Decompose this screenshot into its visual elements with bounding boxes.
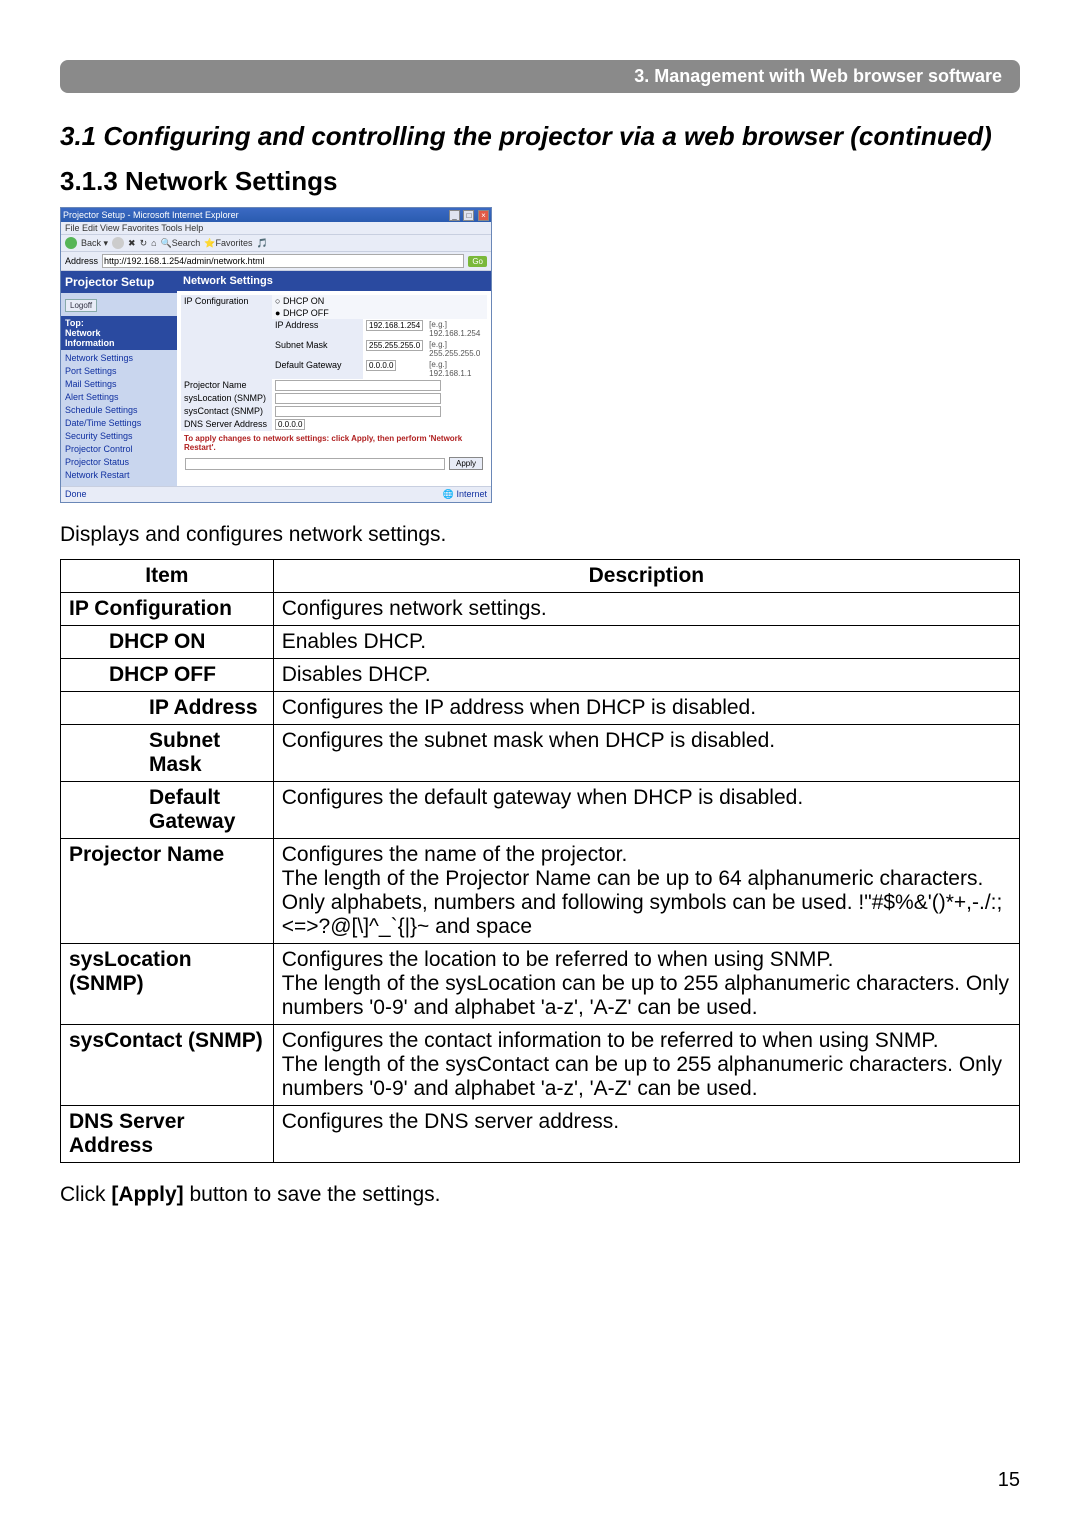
screenshot-window: Projector Setup - Microsoft Internet Exp… (60, 207, 492, 503)
row-gateway-item: Default Gateway (141, 782, 273, 839)
projname-label: Projector Name (181, 379, 272, 392)
ie-toolbar: Back ▾ ✖ ↻ ⌂ 🔍Search ⭐Favorites 🎵 (61, 234, 491, 252)
address-input[interactable] (102, 254, 464, 268)
description-table: Item Description IP Configuration Config… (60, 559, 1020, 1163)
row-subnet-item: Subnet Mask (141, 725, 273, 782)
nav-projector-control[interactable]: Projector Control (65, 444, 173, 454)
row-dhcpon-desc: Enables DHCP. (273, 626, 1019, 659)
content-pane: Network Settings IP Configuration ○ DHCP… (177, 271, 491, 486)
row-dhcpoff-item: DHCP OFF (101, 659, 273, 692)
nav-network-restart[interactable]: Network Restart (65, 470, 173, 480)
subsection-title: 3.1.3 Network Settings (60, 166, 1020, 197)
subnet-eg: [e.g.] 255.255.255.0 (426, 339, 487, 359)
section-title: 3.1 Configuring and controlling the proj… (60, 121, 1020, 152)
back-icon[interactable] (65, 237, 77, 249)
syscon-label: sysContact (SNMP) (181, 405, 272, 418)
window-buttons: _ □ × (448, 210, 489, 221)
nav-datetime-settings[interactable]: Date/Time Settings (65, 418, 173, 428)
row-syscon-desc: Configures the contact information to be… (273, 1025, 1019, 1106)
nav-schedule-settings[interactable]: Schedule Settings (65, 405, 173, 415)
dhcp-on-radio[interactable]: ○ (275, 296, 283, 306)
nav-projector-status[interactable]: Projector Status (65, 457, 173, 467)
media-icon[interactable]: 🎵 (257, 238, 268, 249)
dns-label: DNS Server Address (181, 418, 272, 431)
th-desc: Description (273, 560, 1019, 593)
row-sysloc-desc: Configures the location to be referred t… (273, 944, 1019, 1025)
forward-icon[interactable] (112, 237, 124, 249)
row-dhcpon-item: DHCP ON (101, 626, 273, 659)
nav-mail-settings[interactable]: Mail Settings (65, 379, 173, 389)
stop-icon[interactable]: ✖ (128, 238, 136, 249)
page-number: 15 (998, 1469, 1020, 1492)
dns-value[interactable]: 0.0.0.0 (275, 419, 305, 430)
status-right: 🌐 Internet (443, 489, 487, 500)
go-button[interactable]: Go (468, 256, 487, 267)
apply-bar (185, 458, 445, 470)
ip-label: IP Address (272, 319, 363, 339)
row-dns-item: DNS Server Address (61, 1106, 274, 1163)
subnet-value[interactable]: 255.255.255.0 (366, 340, 423, 351)
row-ipaddr-desc: Configures the IP address when DHCP is d… (273, 692, 1019, 725)
dhcp-off-radio[interactable]: ● (275, 308, 283, 318)
close-icon[interactable]: × (478, 210, 489, 221)
nav-alert-settings[interactable]: Alert Settings (65, 392, 173, 402)
closing-text: Click [Apply] button to save the setting… (60, 1183, 1020, 1207)
subnet-label: Subnet Mask (272, 339, 363, 359)
gateway-value[interactable]: 0.0.0.0 (366, 360, 396, 371)
row-gateway-desc: Configures the default gateway when DHCP… (273, 782, 1019, 839)
status-left: Done (65, 489, 87, 500)
syscon-value[interactable] (275, 406, 441, 417)
row-projname-desc: Configures the name of the projector. Th… (273, 839, 1019, 944)
row-projname-item: Projector Name (61, 839, 274, 944)
row-ipaddr-item: IP Address (141, 692, 273, 725)
ip-eg: [e.g.] 192.168.1.254 (426, 319, 487, 339)
row-syscon-item: sysContact (SNMP) (61, 1025, 274, 1106)
back-label: Back ▾ (81, 238, 108, 249)
minimize-icon[interactable]: _ (449, 210, 460, 221)
logoff-button[interactable]: Logoff (65, 299, 97, 312)
sidebar: Projector Setup Logoff Top: Network Info… (61, 271, 177, 486)
nav-port-settings[interactable]: Port Settings (65, 366, 173, 376)
ie-address-bar: Address Go (61, 252, 491, 271)
gateway-label: Default Gateway (272, 359, 363, 379)
ipconfig-label: IP Configuration (181, 295, 272, 379)
nav-network-settings[interactable]: Network Settings (65, 353, 173, 363)
chapter-bar: 3. Management with Web browser software (60, 60, 1020, 93)
sidebar-top-block: Top: Network Information (61, 316, 177, 350)
ie-menubar: File Edit View Favorites Tools Help (61, 222, 491, 234)
sysloc-value[interactable] (275, 393, 441, 404)
search-label[interactable]: 🔍Search (161, 238, 201, 249)
ie-status-bar: Done 🌐 Internet (61, 486, 491, 502)
sysloc-label: sysLocation (SNMP) (181, 392, 272, 405)
ie-titlebar: Projector Setup - Microsoft Internet Exp… (61, 208, 491, 222)
address-label: Address (65, 256, 98, 266)
favorites-label[interactable]: ⭐Favorites (204, 238, 252, 249)
ip-value[interactable]: 192.168.1.254 (366, 320, 423, 331)
warning-text: To apply changes to network settings: cl… (181, 431, 487, 455)
maximize-icon[interactable]: □ (463, 210, 474, 221)
gateway-eg: [e.g.] 192.168.1.1 (426, 359, 487, 379)
apply-button[interactable]: Apply (449, 457, 483, 470)
window-title: Projector Setup - Microsoft Internet Exp… (63, 210, 239, 220)
home-icon[interactable]: ⌂ (151, 238, 156, 248)
refresh-icon[interactable]: ↻ (140, 238, 148, 249)
row-ipconfig-item: IP Configuration (61, 593, 274, 626)
row-dhcpoff-desc: Disables DHCP. (273, 659, 1019, 692)
intro-text: Displays and configures network settings… (60, 523, 1020, 547)
row-ipconfig-desc: Configures network settings. (273, 593, 1019, 626)
row-subnet-desc: Configures the subnet mask when DHCP is … (273, 725, 1019, 782)
row-dns-desc: Configures the DNS server address. (273, 1106, 1019, 1163)
nav-security-settings[interactable]: Security Settings (65, 431, 173, 441)
projector-setup-heading: Projector Setup (61, 271, 177, 293)
content-header: Network Settings (177, 271, 491, 291)
th-item: Item (61, 560, 274, 593)
row-sysloc-item: sysLocation (SNMP) (61, 944, 274, 1025)
projname-value[interactable] (275, 380, 441, 391)
